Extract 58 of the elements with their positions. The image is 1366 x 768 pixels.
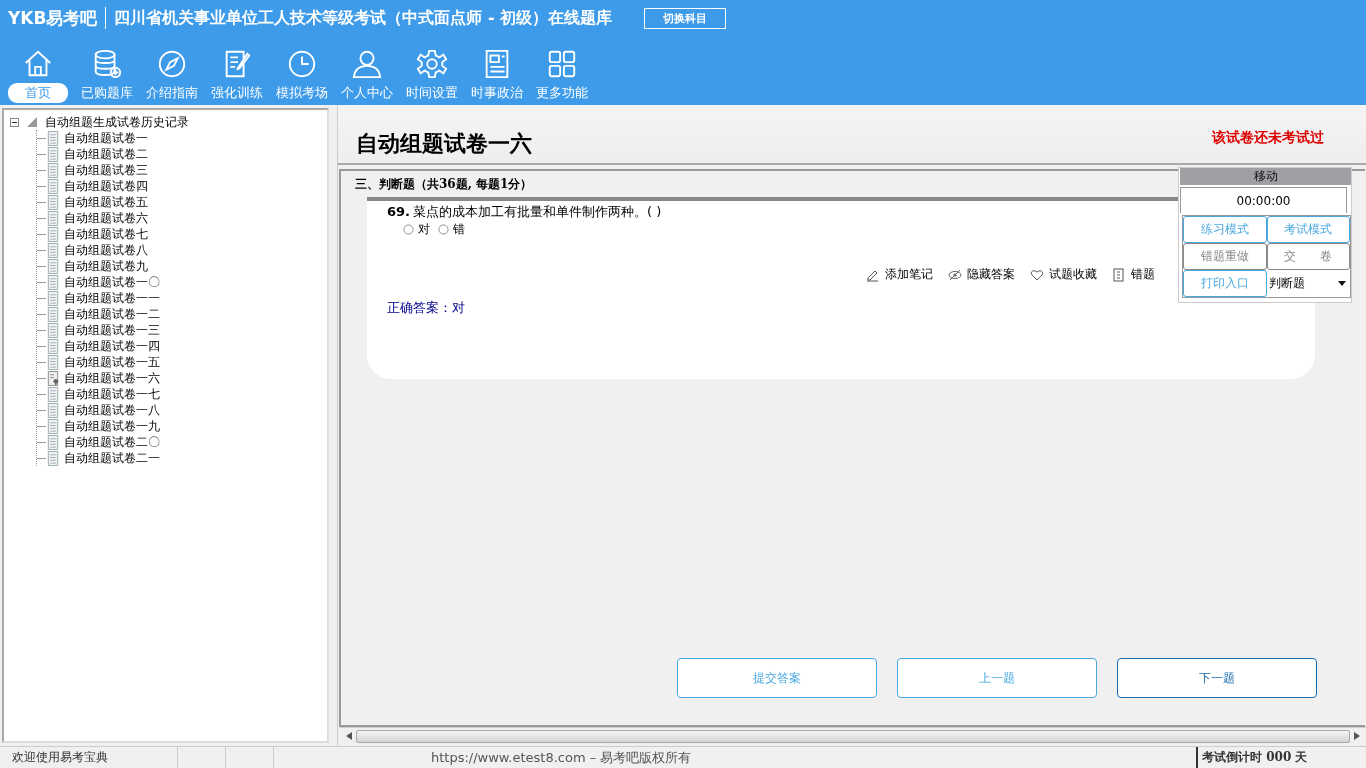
tool-link[interactable]: 添加笔记	[885, 266, 933, 283]
tree-item[interactable]: 自动组题试卷七	[64, 225, 148, 243]
radio-icon[interactable]	[438, 224, 449, 235]
eye-slash-icon[interactable]	[948, 267, 962, 282]
action-button[interactable]: 下一题	[1117, 658, 1317, 698]
scroll-right-icon[interactable]	[1354, 732, 1360, 740]
question-number: 69.	[387, 204, 411, 219]
copyright-text: https://www.etest8.com – 易考吧版权所有	[431, 748, 692, 767]
tree-item[interactable]: 自动组题试卷二〇	[64, 433, 160, 451]
caret-icon[interactable]	[1338, 281, 1346, 286]
tree-item[interactable]: 自动组题试卷一七	[64, 385, 160, 403]
tree-item[interactable]: 自动组题试卷六	[64, 209, 148, 227]
tree-item[interactable]: 自动组题试卷三	[64, 161, 148, 179]
scroll-left-icon[interactable]	[346, 732, 352, 740]
panel-button[interactable]: 错题重做	[1183, 243, 1267, 270]
tree-item[interactable]: 自动组题试卷二一	[64, 449, 160, 467]
triangle-icon	[27, 117, 37, 127]
tree-item[interactable]: 自动组题试卷九	[64, 257, 148, 275]
radio-icon[interactable]	[403, 224, 414, 235]
tree-toggle[interactable]	[10, 117, 19, 127]
horizontal-scrollbar[interactable]	[340, 727, 1366, 744]
section-heading: 三、判断题（共36题, 每题1分）	[355, 176, 533, 193]
tree-item[interactable]: 自动组题试卷二	[64, 145, 148, 163]
tree-item[interactable]: 自动组题试卷一二	[64, 305, 160, 323]
tool-link[interactable]: 错题	[1131, 266, 1155, 283]
settings-icon[interactable]	[415, 48, 448, 80]
app-title: 四川省机关事业单位工人技术等级考试（中式面点师 - 初级）在线题库	[114, 7, 613, 29]
tree-item[interactable]: 自动组题试卷一一	[64, 289, 160, 307]
tool-link[interactable]: 试题收藏	[1049, 266, 1097, 283]
tree-item[interactable]: 自动组题试卷一	[64, 129, 148, 147]
countdown-text: 考试倒计时 000 天	[1196, 747, 1366, 768]
tree-item[interactable]: 自动组题生成试卷历史记录	[45, 113, 189, 131]
paper-title: 自动组题试卷一六	[356, 129, 532, 158]
tool-link[interactable]: 隐藏答案	[967, 266, 1015, 283]
tree-item[interactable]: 自动组题试卷一三	[64, 321, 160, 339]
tree-item[interactable]: 自动组题试卷一五	[64, 353, 160, 371]
heart-icon[interactable]	[1030, 267, 1044, 282]
tree-item[interactable]: 自动组题试卷一六	[64, 369, 160, 387]
move-handle[interactable]: 移动	[1180, 168, 1351, 185]
tree-item[interactable]: 自动组题试卷八	[64, 241, 148, 259]
correct-answer: 正确答案：对	[387, 299, 466, 317]
question-text: 菜点的成本加工有批量和单件制作两种。( )	[413, 204, 662, 219]
timer-display: 00:00:00	[1180, 187, 1347, 213]
panel-button[interactable]: 交 卷	[1266, 243, 1350, 270]
tree-item[interactable]: 自动组题试卷五	[64, 193, 148, 211]
tree-item[interactable]: 自动组题试卷一九	[64, 417, 160, 435]
question-type-select[interactable]: 判断题	[1266, 270, 1350, 297]
status-text: 欢迎使用易考宝典	[0, 747, 178, 768]
book-icon[interactable]	[1112, 267, 1126, 282]
logo: YKB易考吧	[8, 7, 107, 29]
answer-option[interactable]: 对	[403, 221, 430, 238]
tree-item[interactable]: 自动组题试卷一〇	[64, 273, 160, 291]
user-icon[interactable]	[350, 48, 383, 80]
exam-status: 该试卷还未考试过	[1212, 129, 1324, 147]
tree-item[interactable]: 自动组题试卷四	[64, 177, 148, 195]
tree-item[interactable]: 自动组题试卷一八	[64, 401, 160, 419]
tree-item[interactable]: 自动组题试卷一四	[64, 337, 160, 355]
answer-option[interactable]: 错	[438, 221, 465, 238]
